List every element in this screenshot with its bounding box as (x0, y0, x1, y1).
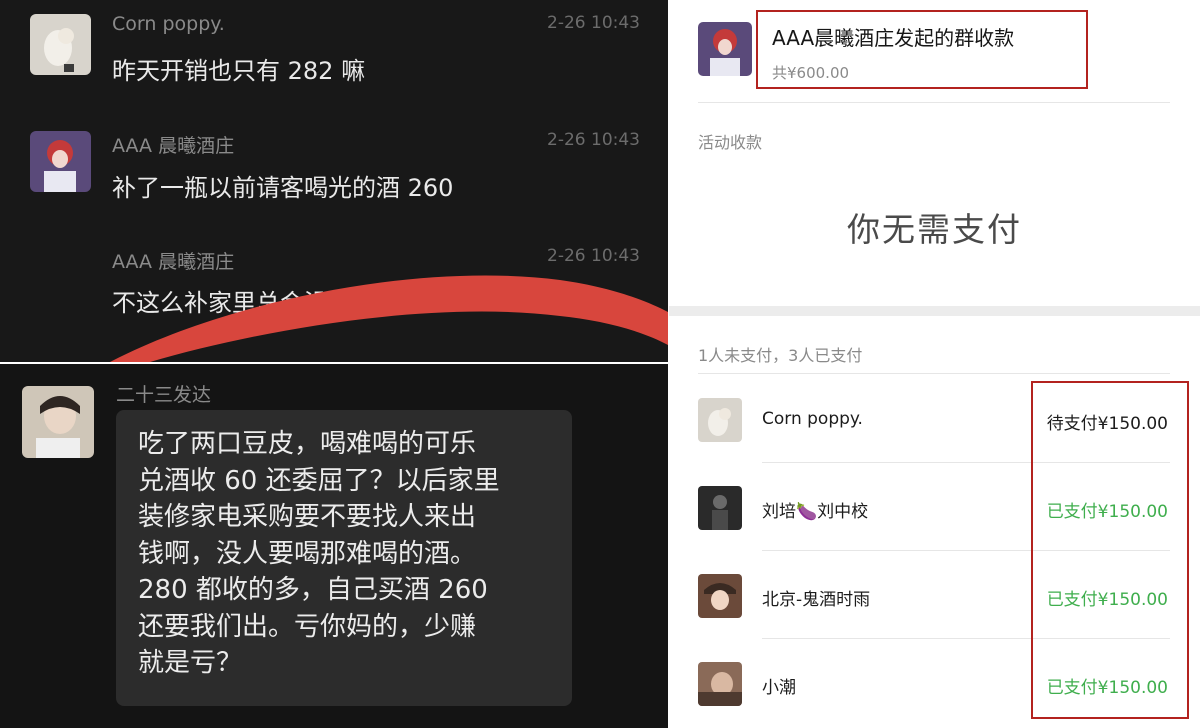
no-payment-notice: 你无需支付 (847, 210, 1022, 249)
avatar-aaa-icon (698, 22, 752, 76)
title-highlight-box: AAA晨曦酒庄发起的群收款 共¥600.00 (756, 10, 1088, 89)
avatar-liupei-icon (698, 486, 742, 530)
avatar-beijing-icon (698, 574, 742, 618)
section-separator (669, 306, 1200, 316)
red-scribble-annotation (110, 275, 668, 362)
avatar-ershisan-icon[interactable] (22, 386, 94, 458)
section-label: 活动收款 (698, 133, 763, 152)
avatar-corn-poppy-icon (698, 398, 742, 442)
payer-name: 小潮 (762, 678, 796, 698)
chat-panel-top: Corn poppy. 2-26 10:43 昨天开销也只有 282 嘛 AAA… (0, 0, 668, 362)
payment-total: 共¥600.00 (772, 64, 850, 82)
status-highlight-box (1031, 381, 1189, 719)
divider (698, 102, 1170, 103)
payer-name: 刘培🍆刘中校 (762, 502, 869, 522)
payer-name: Corn poppy. (762, 409, 863, 429)
payment-summary: 1人未支付，3人已支付 (698, 346, 863, 365)
sender-name: 二十三发达 (116, 384, 212, 406)
payment-title: AAA晨曦酒庄发起的群收款 (772, 26, 1015, 50)
avatar-xiaochao-icon (698, 662, 742, 706)
group-payment-panel: AAA晨曦酒庄发起的群收款 共¥600.00 活动收款 你无需支付 1人未支付，… (669, 0, 1200, 728)
chat-panel-bottom: 二十三发达 吃了两口豆皮，喝难喝的可乐 兑酒收 60 还委屈了？以后家里 装修家… (0, 364, 668, 728)
message-bubble[interactable]: 吃了两口豆皮，喝难喝的可乐 兑酒收 60 还委屈了？以后家里 装修家电采购要不要… (116, 410, 572, 706)
message-text: 吃了两口豆皮，喝难喝的可乐 兑酒收 60 还委屈了？以后家里 装修家电采购要不要… (138, 429, 500, 678)
payer-name: 北京-鬼酒时雨 (762, 590, 871, 610)
divider (698, 373, 1170, 374)
